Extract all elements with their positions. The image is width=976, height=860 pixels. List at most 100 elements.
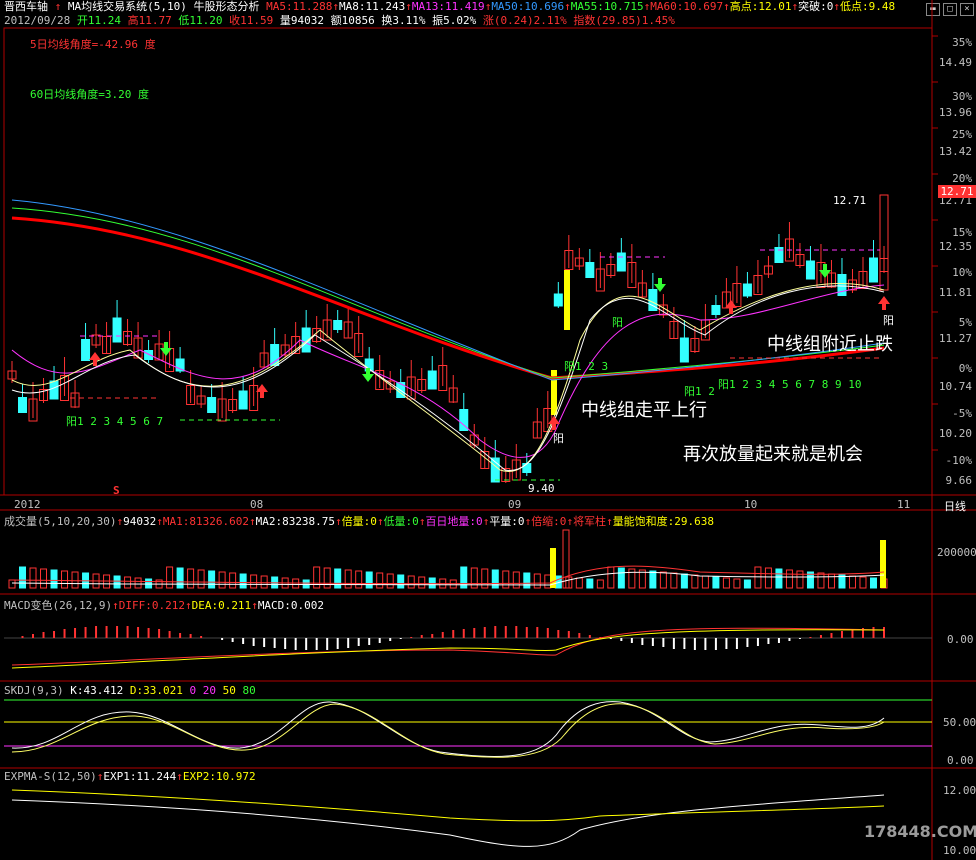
axis-pct-label: 10%: [952, 266, 972, 279]
volume-bar: [712, 576, 720, 589]
volume-bar: [754, 566, 762, 589]
volume-ma-line: [11, 565, 885, 585]
axis-price-label: 14.49: [938, 56, 972, 69]
axis-price-label: 11.27: [938, 332, 972, 345]
volume-value-5: 低量:0: [383, 515, 419, 528]
period-daily[interactable]: 日线: [944, 498, 966, 514]
candle-body: [742, 283, 752, 297]
axis-pct-label: -10%: [945, 454, 973, 467]
volume-bar: [197, 569, 205, 589]
candle-body: [564, 270, 570, 330]
volume-bar: [61, 570, 69, 589]
date-10: 10: [744, 498, 758, 511]
axis-pct-label: 25%: [952, 128, 972, 141]
volume-bar: [428, 577, 436, 589]
separator-icon: [216, 684, 223, 697]
axis-pct-label: 20%: [952, 172, 972, 185]
volume-bar: [575, 577, 583, 589]
volume-bar: [187, 568, 195, 589]
volume-bar: [8, 579, 16, 589]
volume-bar: [40, 568, 48, 589]
volume-bar: [859, 576, 867, 589]
buy-arrow-icon: [548, 416, 560, 430]
volume-bar: [607, 566, 615, 589]
axis-price-label: 10.74: [938, 380, 972, 393]
candle-body: [711, 305, 721, 315]
yang-sequence-3: 阳1 2: [684, 385, 715, 398]
volume-bar: [176, 567, 184, 589]
macd-header: MACD变色(26,12,9)↑DIFF:0.212↑DEA:0.211↑MAC…: [4, 597, 324, 613]
expma-value-1: EXP1:11.244: [103, 770, 177, 783]
volume-bar: [113, 575, 121, 589]
candle-body: [49, 380, 59, 400]
skdj-axis-50: 50.00: [943, 716, 976, 729]
volume-value-7: 平量:0: [489, 515, 525, 528]
sell-mark: S: [113, 484, 120, 497]
yang-mark-3: 阳: [883, 314, 894, 327]
candle-body: [144, 350, 154, 360]
volume-bar: [29, 567, 37, 589]
expma-header: EXPMA-S(12,50)↑EXP1:11.244↑EXP2:10.972: [4, 770, 256, 783]
volume-bar: [334, 568, 342, 589]
macd-axis-label: 0.00: [947, 633, 974, 646]
expma-axis-12: 12.00: [943, 784, 976, 797]
ma55-line: [11, 207, 885, 379]
yang-sequence-2: 阳1 2 3: [564, 360, 609, 373]
candle-body: [585, 262, 595, 278]
candle-body: [207, 397, 217, 413]
volume-bar: [134, 577, 142, 589]
volume-bar: [407, 575, 415, 589]
volume-bar: [848, 575, 856, 589]
volume-bar: [701, 575, 709, 589]
candle-body: [616, 252, 626, 272]
skdj-value-1: K:43.412: [70, 684, 124, 697]
volume-bar: [817, 572, 825, 589]
axis-pct-label: 15%: [952, 226, 972, 239]
chart-canvas[interactable]: [0, 0, 976, 860]
yang-sequence-1: 阳1 2 3 4 5 6 7: [66, 415, 164, 428]
volume-bar: [355, 570, 363, 589]
yang-mark: 阳: [612, 316, 623, 329]
volume-bar: [743, 579, 751, 589]
axis-price-label: 11.81: [938, 286, 972, 299]
exp1-line: [11, 794, 885, 847]
skdj-value-2: D:33.021: [129, 684, 183, 697]
skdj-axis-0: 0.00: [947, 754, 974, 767]
axis-price-label: 13.96: [938, 106, 972, 119]
volume-bar: [250, 574, 258, 589]
separator-icon: [196, 684, 203, 697]
diff-line: [11, 627, 885, 666]
axis-pct-label: 5%: [958, 316, 972, 329]
watermark: 178448.COM: [864, 822, 976, 841]
macd-value-1: DIFF:0.212: [118, 599, 185, 612]
volume-bar: [502, 570, 510, 589]
axis-price-label: 12.35: [938, 240, 972, 253]
separator-icon: ↑: [335, 515, 342, 528]
volume-bar: [733, 578, 741, 589]
skdj-header: SKDJ(9,3) K:43.412 D:33.021 0 20 50 80: [4, 684, 256, 697]
skdj-value-4: 20: [202, 684, 216, 697]
volume-bar: [229, 572, 237, 589]
axis-pct-label: 0%: [958, 362, 972, 375]
volume-bar: [292, 578, 300, 589]
candle-body: [238, 390, 248, 410]
volume-value-8: 倍缩:0: [531, 515, 567, 528]
macd-value-0: MACD变色(26,12,9): [4, 599, 113, 612]
volume-value-6: 百日地量:0: [425, 515, 483, 528]
ma13-line: [11, 284, 885, 458]
low-price-label: 9.40: [528, 482, 555, 495]
volume-bar: [523, 572, 531, 589]
skdj-value-0: SKDJ(9,3): [4, 684, 64, 697]
date-08: 08: [250, 498, 264, 511]
volume-bar: [775, 568, 783, 589]
expma-axis-10: 10.00: [943, 844, 976, 857]
annotation-opportunity: 再次放量起来就是机会: [683, 444, 863, 465]
volume-bar: [365, 571, 373, 589]
buy-arrow-icon: [878, 296, 890, 310]
volume-value-9: 将军柱: [573, 515, 607, 528]
skdj-value-6: 80: [242, 684, 256, 697]
volume-bar: [596, 579, 604, 589]
candle-body: [879, 194, 889, 291]
volume-bar: [19, 566, 27, 589]
volume-bar: [533, 573, 541, 589]
